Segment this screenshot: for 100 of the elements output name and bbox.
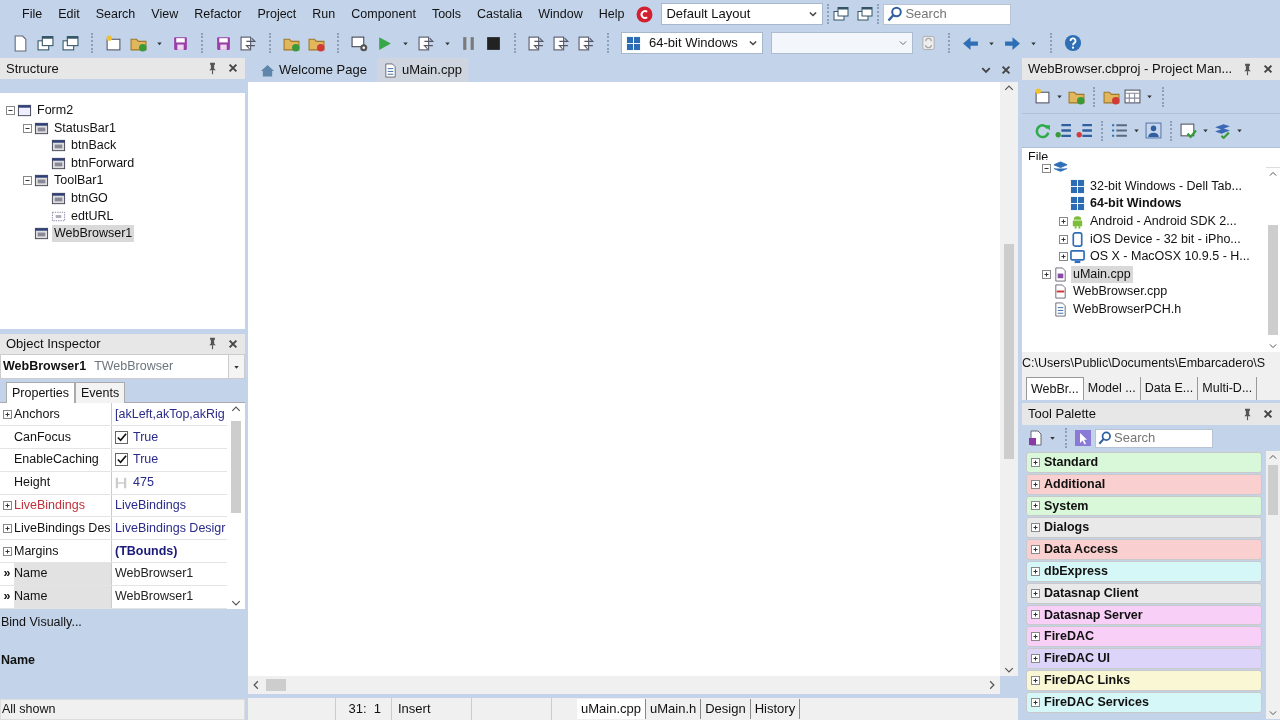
window-icon[interactable] [37,34,54,52]
search-field[interactable]: Search [1095,428,1213,448]
tree-item[interactable]: OS X - MacOSX 10.9.5 - H... [1088,248,1252,266]
view-tab[interactable]: Design [701,699,751,719]
menu-item[interactable]: Castalia [469,0,531,28]
tree-item[interactable]: WebBrowser.cpp [1071,283,1170,301]
floppy-icon[interactable] [172,34,189,52]
new-window-icon[interactable] [1034,88,1051,105]
window-icon[interactable] [528,34,545,52]
close-icon[interactable] [227,62,239,75]
window-icon[interactable] [62,34,79,52]
palette-category[interactable]: Standard [1026,452,1262,473]
palette-category[interactable]: FireDAC Links [1026,669,1262,691]
menu-item[interactable]: Refactor [186,0,250,28]
property-value[interactable]: (TBounds) [115,541,178,561]
vertical-scrollbar[interactable] [1266,451,1280,719]
checklist-icon[interactable] [1180,122,1197,139]
window-icon[interactable] [857,6,874,22]
tree-item[interactable]: 64-bit Windows [1088,195,1184,213]
palette-category[interactable]: Data Access [1026,539,1262,560]
scroll-thumb[interactable] [231,421,241,514]
tree-item[interactable]: WebBrowserPCH.h [1071,301,1184,319]
close-icon[interactable] [1262,63,1274,75]
window-icon[interactable] [833,6,850,22]
expand-icon[interactable] [2,500,12,510]
tab[interactable]: Properties [6,381,75,404]
palette-category[interactable]: FireDAC [1026,626,1262,648]
menu-item[interactable]: Project [249,0,305,28]
layers-icon[interactable] [1214,122,1231,139]
stop-icon[interactable] [485,34,502,52]
palette-category[interactable]: FireDAC UI [1026,648,1262,669]
vertical-scrollbar[interactable] [1000,82,1018,676]
menu-item[interactable]: Search [87,0,144,28]
tab[interactable]: Model ... [1083,377,1141,400]
scroll-thumb[interactable] [1004,244,1014,459]
palette-category[interactable]: System [1026,495,1262,517]
palette-category[interactable]: FireDAC Services [1026,691,1262,713]
checkbox[interactable] [115,430,128,444]
search-input[interactable]: Search [903,4,1011,24]
scroll-thumb[interactable] [266,679,286,691]
tab[interactable]: WebBr... [1026,376,1084,401]
scroll-thumb[interactable] [1268,225,1278,335]
checkbox[interactable] [115,453,128,467]
pointer-icon[interactable] [1075,430,1091,446]
palette-category[interactable]: dbExpress [1026,561,1262,582]
menu-item[interactable]: Edit [50,0,88,28]
menu-item[interactable]: View [143,0,187,28]
pause-icon[interactable] [460,34,477,52]
tree-item[interactable]: StatusBar1 [52,119,118,137]
tree-item[interactable]: iOS Device - 32 bit - iPho... [1088,230,1243,248]
view-tab[interactable]: uMain.cpp [577,699,646,719]
floppy-icon[interactable] [215,34,232,52]
collapse-icon[interactable] [1042,164,1051,174]
tree-item[interactable]: btnBack [69,137,119,155]
tab[interactable]: Multi-D... [1198,377,1258,400]
collapse-icon[interactable] [23,176,32,186]
arrow-left-icon[interactable] [962,34,979,52]
scroll-thumb[interactable] [1268,465,1278,515]
layout-dropdown[interactable]: Default Layout [661,3,824,25]
horizontal-scrollbar[interactable] [248,676,1000,694]
help-icon[interactable] [1064,34,1082,52]
close-icon[interactable] [227,337,239,350]
people-icon[interactable] [1145,122,1162,139]
property-value[interactable]: LiveBindings Desigr [115,518,226,538]
palette-category[interactable]: Dialogs [1026,517,1262,539]
tree-item[interactable]: WebBrowser1 [52,225,135,243]
property-value[interactable]: [akLeft,akTop,akRig [115,404,225,424]
search-input[interactable]: Search [1112,428,1212,448]
property-value[interactable]: LiveBindings [115,496,186,515]
tree-item[interactable]: 32-bit Windows - Dell Tab... [1088,177,1244,195]
tab[interactable]: Data E... [1140,377,1199,400]
list-icon[interactable] [1111,122,1128,139]
document-icon[interactable] [12,34,29,52]
tab[interactable]: Events [75,381,126,404]
expand-icon[interactable] [1059,217,1068,227]
tree-item[interactable]: edtURL [69,207,116,225]
expand-icon[interactable] [2,523,12,533]
expand-icon[interactable] [1059,252,1068,262]
search-field[interactable]: Search [883,3,1012,25]
editor-tab[interactable]: uMain.cpp [376,58,468,82]
menu-item[interactable]: Component [343,0,424,28]
window-icon[interactable] [553,34,570,52]
palette-category[interactable]: Additional [1026,473,1262,495]
list-remove-icon[interactable] [1076,122,1093,139]
window-icon[interactable] [578,34,595,52]
menu-item[interactable]: File [14,0,51,28]
menu-item[interactable]: Tools [423,0,470,28]
castalia-icon[interactable] [636,5,654,23]
grid-icon[interactable] [1124,88,1141,105]
close-icon[interactable] [1000,64,1012,76]
vertical-scrollbar[interactable] [227,403,245,609]
tree-item[interactable]: uMain.cpp [1071,265,1133,283]
object-selector[interactable]: WebBrowser1 TWebBrowser [0,354,245,380]
close-icon[interactable] [1262,408,1274,420]
editor-tab[interactable]: Welcome Page [254,58,373,82]
collapse-icon[interactable] [6,106,15,116]
view-tab[interactable]: History [750,699,801,719]
window-icon[interactable] [418,34,435,52]
expand-icon[interactable] [2,409,12,419]
tree-item[interactable]: ToolBar1 [52,172,106,190]
